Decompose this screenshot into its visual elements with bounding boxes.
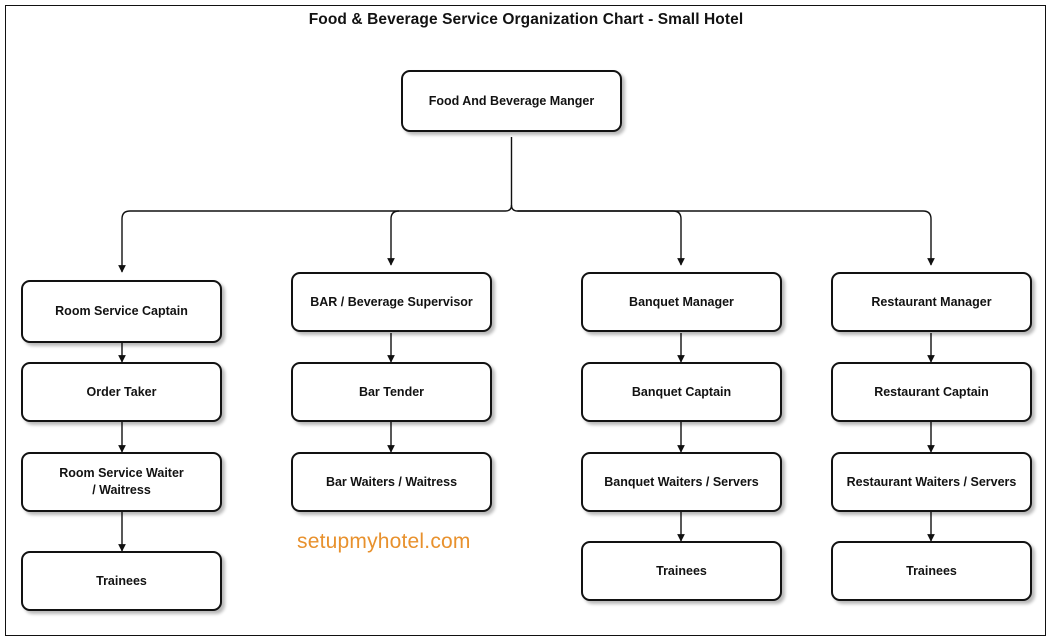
- node-room-service-waiter[interactable]: Room Service Waiter / Waitress: [21, 452, 222, 512]
- node-fb-manager[interactable]: Food And Beverage Manger: [401, 70, 622, 132]
- edge-root-to-restaurant-manager: [517, 210, 935, 266]
- edge-root-to-room-service: [118, 210, 506, 273]
- node-banquet-trainees[interactable]: Trainees: [581, 541, 782, 601]
- node-label: Banquet Manager: [629, 294, 734, 309]
- node-bar-supervisor[interactable]: BAR / Beverage Supervisor: [291, 272, 492, 332]
- org-chart-page: Food & Beverage Service Organization Cha…: [0, 0, 1052, 642]
- site-watermark: setupmyhotel.com: [297, 530, 471, 553]
- node-label: Restaurant Waiters / Servers: [846, 474, 1017, 489]
- edge-root-to-bar-supervisor: [387, 210, 400, 266]
- edge-root-to-banquet-manager: [517, 210, 685, 266]
- node-room-service-captain[interactable]: Room Service Captain: [21, 280, 222, 343]
- node-banquet-manager[interactable]: Banquet Manager: [581, 272, 782, 332]
- node-label: Bar Tender: [358, 384, 425, 399]
- node-label: Restaurant Manager: [871, 294, 992, 309]
- node-restaurant-trainees[interactable]: Trainees: [831, 541, 1032, 601]
- node-label: Order Taker: [86, 384, 157, 399]
- edge-root-trunk: [510, 137, 518, 212]
- node-label: Room Service Captain: [55, 304, 188, 319]
- node-order-taker[interactable]: Order Taker: [21, 362, 222, 422]
- node-room-service-trainees[interactable]: Trainees: [21, 551, 222, 611]
- node-label: Food And Beverage Manger: [428, 93, 595, 108]
- node-label: Restaurant Captain: [874, 384, 989, 399]
- node-label: Bar Waiters / Waitress: [325, 474, 458, 489]
- node-label: Trainees: [96, 573, 147, 588]
- node-restaurant-manager[interactable]: Restaurant Manager: [831, 272, 1032, 332]
- node-label: BAR / Beverage Supervisor: [310, 294, 473, 309]
- node-label: Banquet Waiters / Servers: [604, 474, 759, 489]
- node-label: Banquet Captain: [631, 384, 732, 399]
- node-banquet-waiters[interactable]: Banquet Waiters / Servers: [581, 452, 782, 512]
- node-label: Trainees: [656, 563, 707, 578]
- node-label: Room Service Waiter / Waitress: [59, 466, 184, 497]
- node-restaurant-captain[interactable]: Restaurant Captain: [831, 362, 1032, 422]
- node-bar-tender[interactable]: Bar Tender: [291, 362, 492, 422]
- node-bar-waiters[interactable]: Bar Waiters / Waitress: [291, 452, 492, 512]
- edge-root-trunk-left: [505, 204, 513, 212]
- node-label: Trainees: [906, 563, 957, 578]
- node-restaurant-waiters[interactable]: Restaurant Waiters / Servers: [831, 452, 1032, 512]
- node-banquet-captain[interactable]: Banquet Captain: [581, 362, 782, 422]
